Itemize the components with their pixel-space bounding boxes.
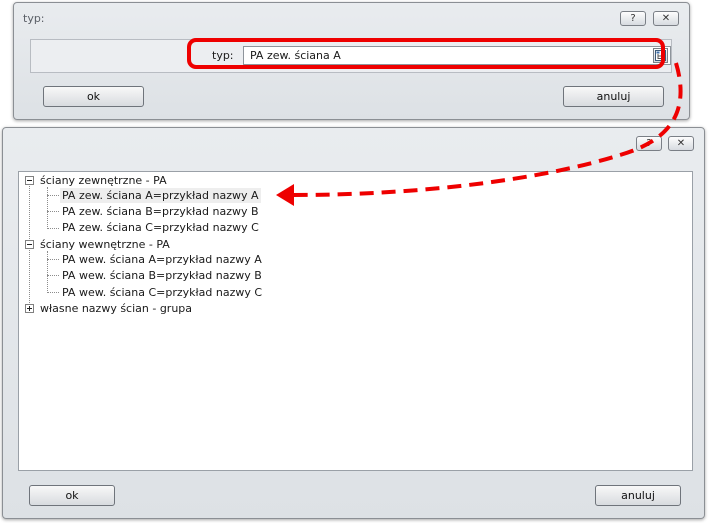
collapse-icon[interactable] <box>25 176 34 185</box>
close-button[interactable]: ✕ <box>668 136 694 151</box>
help-icon: ? <box>646 137 652 149</box>
collapse-icon[interactable] <box>25 240 34 249</box>
tree-connector <box>47 228 59 229</box>
tree-group-interior-walls[interactable]: ściany wewnętrzne - PA <box>40 237 170 252</box>
tree-item[interactable]: PA wew. ściana C=przykład nazwy C <box>62 285 262 300</box>
expand-icon[interactable] <box>25 304 34 313</box>
help-button[interactable]: ? <box>636 136 662 151</box>
tree-connector <box>47 292 59 293</box>
ok-button[interactable]: ok <box>43 86 144 107</box>
close-button[interactable]: ✕ <box>653 11 679 26</box>
tree-connector <box>47 251 48 293</box>
help-button[interactable]: ? <box>620 11 646 26</box>
close-icon: ✕ <box>661 12 671 24</box>
tree-group-custom-names[interactable]: własne nazwy ścian - grupa <box>40 301 192 316</box>
tree-item[interactable]: PA zew. ściana C=przykład nazwy C <box>62 220 259 235</box>
tree-connector <box>47 275 59 276</box>
type-picker-dialog: ? ✕ ściany zewnętrzne - PA PA zew. ścian… <box>2 127 705 519</box>
annotation-highlight <box>187 38 665 69</box>
cancel-button[interactable]: anuluj <box>563 86 664 107</box>
ok-button[interactable]: ok <box>29 485 115 506</box>
type-dialog-title: typ: <box>23 12 45 25</box>
close-icon: ✕ <box>676 137 686 149</box>
tree-item[interactable]: PA wew. ściana B=przykład nazwy B <box>62 268 262 283</box>
help-icon: ? <box>630 12 636 24</box>
tree-connector <box>47 259 59 260</box>
tree-connector <box>47 187 48 229</box>
type-tree[interactable]: ściany zewnętrzne - PA PA zew. ściana A=… <box>18 171 693 471</box>
tree-item[interactable]: PA zew. ściana B=przykład nazwy B <box>62 204 259 219</box>
cancel-button[interactable]: anuluj <box>595 485 681 506</box>
tree-group-exterior-walls[interactable]: ściany zewnętrzne - PA <box>40 173 167 188</box>
tree-item[interactable]: PA wew. ściana A=przykład nazwy A <box>62 252 262 267</box>
tree-connector <box>47 211 59 212</box>
tree-item-selected[interactable]: PA zew. ściana A=przykład nazwy A <box>60 188 261 203</box>
tree-connector <box>47 195 59 196</box>
